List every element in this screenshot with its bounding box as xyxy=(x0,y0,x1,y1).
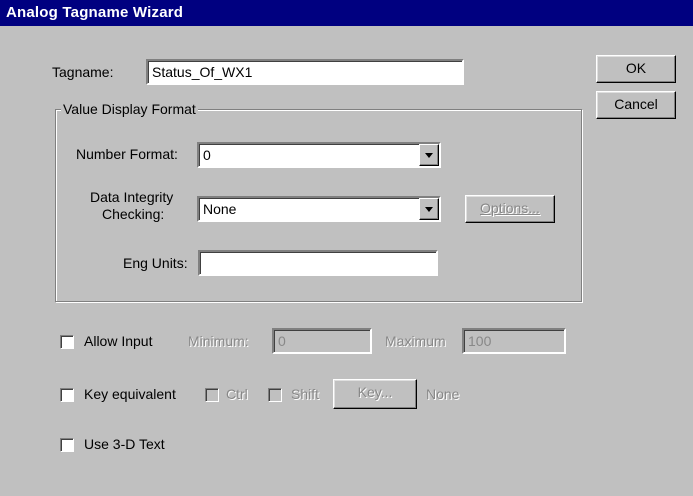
ok-button[interactable]: OK xyxy=(596,55,676,83)
window-title: Analog Tagname Wizard xyxy=(6,4,184,21)
ctrl-checkbox[interactable] xyxy=(205,388,219,402)
eng-units-label: Eng Units: xyxy=(123,255,188,271)
allow-input-checkbox[interactable] xyxy=(60,335,74,349)
options-button[interactable]: Options... xyxy=(465,195,555,223)
eng-units-input[interactable] xyxy=(198,250,438,276)
maximum-input[interactable]: 100 xyxy=(462,328,566,354)
data-integrity-value: None xyxy=(203,201,237,217)
data-integrity-label-line1: Data Integrity xyxy=(90,189,174,205)
key-button[interactable]: Key... xyxy=(333,379,417,409)
chevron-down-icon[interactable] xyxy=(419,198,439,220)
chevron-down-icon[interactable] xyxy=(419,144,439,166)
value-display-format-legend: Value Display Format xyxy=(61,101,198,117)
data-integrity-label-line2: Checking: xyxy=(102,206,165,222)
key-equivalent-label[interactable]: Key equivalent xyxy=(84,386,176,402)
tagname-label: Tagname: xyxy=(52,64,114,80)
key-value-text: None xyxy=(426,386,460,402)
minimum-label: Minimum: xyxy=(188,333,249,349)
cancel-button[interactable]: Cancel xyxy=(596,91,676,119)
use-3d-text-label[interactable]: Use 3-D Text xyxy=(84,436,165,452)
use-3d-text-checkbox[interactable] xyxy=(60,438,74,452)
number-format-dropdown[interactable]: 0 xyxy=(197,142,441,168)
maximum-label: Maximum xyxy=(385,333,446,349)
tagname-input[interactable]: Status_Of_WX1 xyxy=(146,59,464,85)
number-format-label: Number Format: xyxy=(76,146,178,162)
allow-input-label[interactable]: Allow Input xyxy=(84,333,152,349)
number-format-value: 0 xyxy=(203,147,211,163)
shift-checkbox[interactable] xyxy=(268,388,282,402)
shift-label: Shift xyxy=(291,386,320,402)
title-bar[interactable]: Analog Tagname Wizard xyxy=(0,0,693,26)
data-integrity-dropdown[interactable]: None xyxy=(197,196,441,222)
wizard-dialog: Tagname: Status_Of_WX1 OK Cancel Value D… xyxy=(0,26,693,496)
options-button-label: Options... xyxy=(480,200,540,216)
minimum-input[interactable]: 0 xyxy=(272,328,372,354)
key-equivalent-checkbox[interactable] xyxy=(60,388,74,402)
ctrl-label: Ctrl xyxy=(226,386,248,402)
